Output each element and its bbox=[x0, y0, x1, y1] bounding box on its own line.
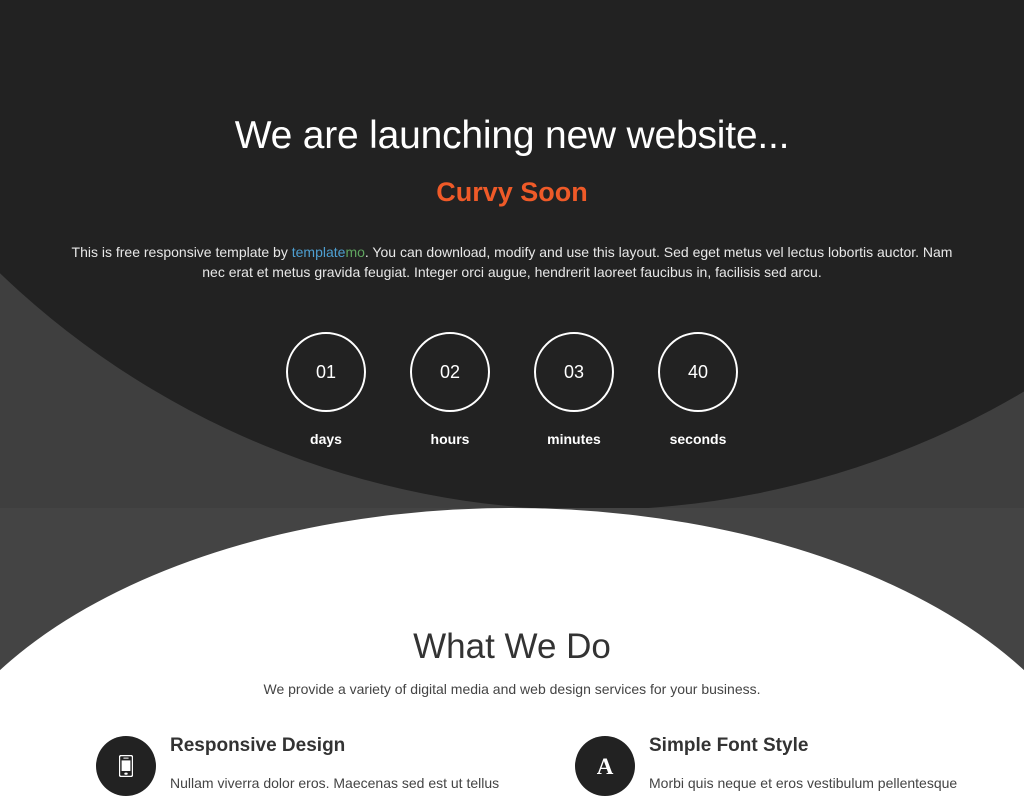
hero-description-prefix: This is free responsive template by bbox=[71, 244, 292, 260]
service-item-responsive-design: Responsive Design Nullam viverra dolor e… bbox=[96, 734, 545, 796]
templatemo-link-part-2: mo bbox=[345, 244, 365, 260]
what-we-do-section: What We Do We provide a variety of digit… bbox=[0, 508, 1024, 800]
service-title: Simple Font Style bbox=[649, 735, 809, 756]
countdown-hours-label: hours bbox=[430, 431, 470, 447]
service-text: Morbi quis neque et eros vestibulum pell… bbox=[649, 775, 958, 791]
countdown-days-label: days bbox=[310, 431, 342, 447]
countdown-item-minutes: 03 minutes bbox=[534, 332, 614, 447]
service-title: Responsive Design bbox=[170, 735, 346, 756]
services-list: Responsive Design Nullam viverra dolor e… bbox=[0, 734, 1024, 796]
what-we-do-content: What We Do We provide a variety of digit… bbox=[0, 508, 1024, 800]
service-item-simple-font-style: A Simple Font Style Morbi quis neque et … bbox=[575, 734, 1024, 796]
countdown-timer: 01 days 02 hours 03 minutes 40 seconds bbox=[0, 332, 1024, 447]
templatemo-link[interactable]: templatemo bbox=[292, 244, 365, 260]
section-subtitle: We provide a variety of digital media an… bbox=[263, 681, 761, 697]
countdown-item-seconds: 40 seconds bbox=[658, 332, 738, 447]
page-title: We are launching new website... bbox=[234, 114, 790, 157]
countdown-minutes-value: 03 bbox=[563, 361, 585, 382]
countdown-minutes-label: minutes bbox=[547, 431, 601, 447]
countdown-seconds-value: 40 bbox=[687, 361, 709, 382]
countdown-hours-circle: 02 bbox=[410, 332, 490, 412]
section-title: What We Do bbox=[413, 627, 611, 666]
templatemo-link-part-1: template bbox=[291, 244, 346, 260]
countdown-days-circle: 01 bbox=[286, 332, 366, 412]
countdown-item-days: 01 days bbox=[286, 332, 366, 447]
letter-a-glyph: A bbox=[596, 753, 614, 779]
countdown-days-value: 01 bbox=[315, 361, 337, 382]
mobile-phone-icon bbox=[96, 736, 156, 796]
page-root: We are launching new website... Curvy So… bbox=[0, 0, 1024, 800]
countdown-seconds-label: seconds bbox=[669, 431, 727, 447]
hero-subtitle: Curvy Soon bbox=[436, 177, 588, 207]
countdown-item-hours: 02 hours bbox=[410, 332, 490, 447]
hero-description: This is free responsive template by temp… bbox=[62, 242, 962, 282]
countdown-minutes-circle: 03 bbox=[534, 332, 614, 412]
countdown-hours-value: 02 bbox=[439, 361, 461, 382]
serif-letter-a-icon: A bbox=[575, 736, 635, 796]
countdown-seconds-circle: 40 bbox=[658, 332, 738, 412]
hero-content: We are launching new website... Curvy So… bbox=[0, 0, 1024, 508]
service-text: Nullam viverra dolor eros. Maecenas sed … bbox=[170, 775, 500, 791]
hero-section: We are launching new website... Curvy So… bbox=[0, 0, 1024, 508]
